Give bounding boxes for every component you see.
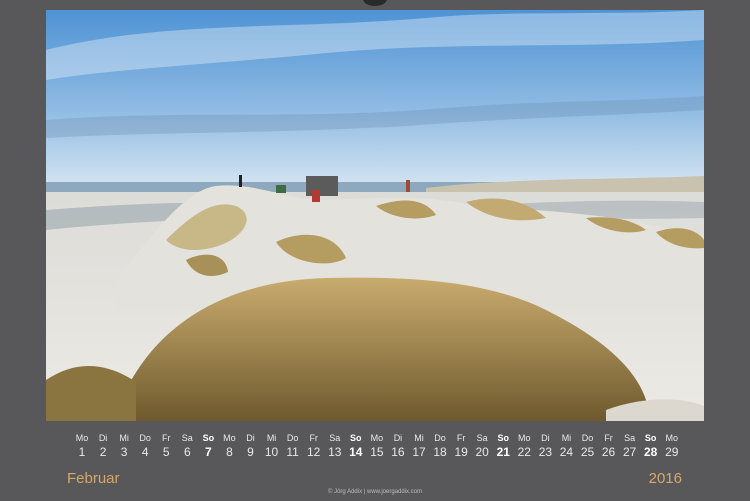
day-number: 14	[349, 445, 363, 459]
weekday-label: Di	[98, 433, 108, 443]
day-cell: So 7	[198, 433, 218, 459]
day-number: 25	[580, 445, 595, 459]
day-cell: Mo 1	[72, 433, 92, 459]
day-number: 13	[328, 445, 342, 459]
day-number: 15	[370, 445, 384, 459]
calendar-photo	[46, 10, 704, 421]
weekday-label: Mi	[266, 433, 277, 443]
day-cell: Fr 19	[451, 433, 471, 459]
weekday-label: Fr	[604, 433, 613, 443]
day-number: 9	[247, 445, 254, 459]
day-cell: Di 2	[93, 433, 113, 459]
day-cell: Do 25	[578, 433, 598, 459]
weekday-label: Mo	[665, 433, 678, 443]
day-number: 20	[475, 445, 489, 459]
day-cell: Mo 29	[662, 433, 682, 459]
day-number: 19	[454, 445, 468, 459]
day-number: 24	[559, 445, 574, 459]
weekday-label: Fr	[162, 433, 171, 443]
day-cell: Mo 8	[219, 433, 239, 459]
day-number: 11	[286, 445, 299, 459]
weekday-label: Mo	[223, 433, 236, 443]
day-number: 10	[264, 445, 279, 459]
day-cell: Fr 26	[599, 433, 619, 459]
weekday-label: Mo	[75, 433, 89, 443]
day-cell: Sa 6	[177, 433, 197, 459]
weekday-label: Sa	[624, 433, 636, 443]
day-number: 8	[226, 445, 233, 459]
day-number: 26	[601, 445, 616, 459]
photo-credit: © Jörg Addix | www.joergaddix.com	[327, 489, 423, 495]
day-number: 5	[162, 445, 170, 459]
weekday-label: Do	[581, 433, 594, 443]
day-number: 3	[120, 445, 128, 459]
day-number: 22	[517, 445, 531, 459]
day-cell: Mi 3	[114, 433, 134, 459]
day-cell: Do 18	[430, 433, 450, 459]
day-cell: Mi 10	[262, 433, 282, 459]
hanger-hole	[363, 0, 387, 6]
day-cell: Sa 13	[325, 433, 345, 459]
day-number: 28	[644, 445, 658, 459]
day-number: 16	[391, 445, 405, 459]
day-number: 6	[183, 445, 191, 459]
day-number: 4	[141, 445, 149, 459]
day-row: Mo 1 Di 2 Mi 3 Do 4 Fr 5 Sa 6 So 7 Mo 8 Di 9 Mi 10 Do 11 Fr 12 S…	[72, 433, 682, 459]
day-cell: Mo 15	[367, 433, 387, 459]
weekday-label: Fr	[456, 433, 466, 443]
day-cell: Mi 17	[409, 433, 429, 459]
day-cell: Mo 22	[514, 433, 534, 459]
day-number: 1	[78, 445, 86, 459]
day-cell: Mi 24	[556, 433, 576, 459]
day-number: 12	[307, 445, 321, 459]
weekday-label: Sa	[476, 433, 488, 443]
weekday-label: Mi	[561, 433, 572, 443]
day-cell: So 14	[346, 433, 366, 459]
day-cell: So 28	[641, 433, 661, 459]
weekday-label: So	[497, 433, 509, 443]
weekday-label: So	[350, 433, 362, 443]
day-cell: Sa 27	[620, 433, 640, 459]
day-number: 2	[99, 445, 107, 459]
weekday-label: Do	[139, 433, 151, 443]
day-cell: Do 11	[283, 433, 303, 459]
weekday-label: Do	[286, 433, 299, 443]
day-number: 7	[205, 445, 212, 459]
day-number: 21	[496, 445, 510, 459]
day-cell: Do 4	[135, 433, 155, 459]
day-number: 17	[412, 445, 426, 459]
weekday-label: Sa	[181, 433, 193, 443]
weekday-label: Di	[393, 433, 403, 443]
weekday-label: Mo	[370, 433, 384, 443]
weekday-label: Sa	[329, 433, 341, 443]
year-label: 2016	[648, 470, 682, 487]
day-cell: Di 9	[241, 433, 261, 459]
weekday-label: Di	[541, 433, 550, 443]
day-cell: Sa 20	[472, 433, 492, 459]
day-number: 29	[665, 445, 679, 459]
month-label: Februar	[67, 470, 120, 487]
day-cell: Di 23	[535, 433, 555, 459]
weekday-label: Mo	[518, 433, 531, 443]
weekday-label: Di	[246, 433, 255, 443]
day-cell: Fr 12	[304, 433, 324, 459]
day-cell: So 21	[493, 433, 513, 459]
day-number: 23	[538, 445, 553, 459]
day-number: 18	[433, 445, 447, 459]
weekday-label: Fr	[309, 433, 318, 443]
weekday-label: So	[644, 433, 657, 443]
day-number: 27	[622, 445, 637, 459]
weekday-label: Mi	[414, 433, 424, 443]
weekday-label: Do	[434, 433, 446, 443]
day-cell: Fr 5	[156, 433, 176, 459]
day-cell: Di 16	[388, 433, 408, 459]
weekday-label: So	[202, 433, 215, 443]
weekday-label: Mi	[119, 433, 129, 443]
